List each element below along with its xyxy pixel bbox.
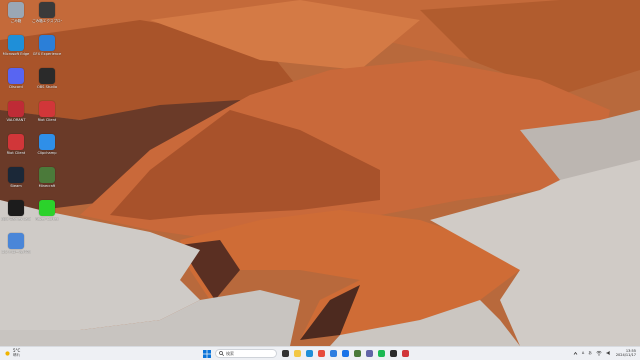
taskbar-mail[interactable] <box>341 350 349 358</box>
taskbar-store[interactable] <box>329 350 337 358</box>
desktop-icon-label: コントロールパネル <box>1 250 31 254</box>
desktop-icon-label: Steam <box>10 184 22 188</box>
taskbar-center: 検索 <box>203 349 409 358</box>
edge-icon <box>305 350 313 357</box>
desktop-icon-label: Epic Games Launcher <box>1 217 31 221</box>
store-icon <box>329 350 337 357</box>
razer-icon <box>39 200 55 216</box>
desktop-icon[interactable]: Epic Games Launcher <box>1 200 31 228</box>
desktop-icon[interactable]: Razer Cortex <box>33 200 61 228</box>
weather-condition: 晴れ <box>13 353 20 357</box>
chrome-icon <box>317 350 325 357</box>
taskbar-file-explorer[interactable] <box>293 350 301 358</box>
edge-icon <box>8 35 24 51</box>
system-tray: A あ 13:55 2024/11/17 <box>573 349 636 357</box>
steam-icon <box>8 167 24 183</box>
language-indicator[interactable]: A <box>582 351 584 355</box>
teams-icon <box>365 350 373 357</box>
search-box[interactable]: 検索 <box>215 349 277 358</box>
chevron-up-icon[interactable] <box>573 351 578 356</box>
sun-icon <box>5 350 10 356</box>
taskbar-minecraft[interactable] <box>353 350 361 358</box>
desktop-icon-label: Discord <box>9 85 23 89</box>
minecraft-icon <box>353 350 361 357</box>
desktop-icon[interactable]: OBS Studio <box>33 68 61 96</box>
desktop-icon[interactable]: Minecraft <box>33 167 61 195</box>
desktop-icon[interactable]: Discord <box>2 68 30 96</box>
desktop-icon[interactable]: Riot Client <box>2 134 30 162</box>
riot-icon <box>401 350 409 357</box>
start-button[interactable] <box>203 349 211 358</box>
clock[interactable]: 13:55 2024/11/17 <box>616 349 636 357</box>
windows-icon <box>203 349 211 358</box>
obs-icon <box>39 68 55 84</box>
search-placeholder: 検索 <box>226 350 234 356</box>
desktop-icon[interactable]: コントロールパネル <box>1 233 31 261</box>
riot-icon <box>8 134 24 150</box>
desktop-icon-label: Clipchamp <box>37 151 57 155</box>
ime-indicator[interactable]: あ <box>588 351 592 355</box>
clipchamp-icon <box>39 134 55 150</box>
search-icon <box>219 351 224 356</box>
minecraft-icon <box>39 167 55 183</box>
taskbar-spotify[interactable] <box>377 350 385 358</box>
valorant-icon <box>8 101 24 117</box>
folder-icon <box>293 350 301 357</box>
control-panel-icon <box>8 233 24 249</box>
taskbar-task-view[interactable] <box>281 350 289 358</box>
epic-icon <box>8 200 24 216</box>
desktop-icon[interactable]: Steam <box>2 167 30 195</box>
gfx-icon <box>39 35 55 51</box>
taskbar-chrome[interactable] <box>317 350 325 358</box>
desktop-icon[interactable]: VALORANT <box>2 101 30 129</box>
task-view-icon <box>281 350 289 357</box>
obs-icon <box>389 350 397 357</box>
desktop-icon-label: Riot Client <box>37 118 57 122</box>
taskbar-edge[interactable] <box>305 350 313 358</box>
riot-icon <box>39 101 55 117</box>
desktop-icon-label: ごみ箱 <box>10 19 22 23</box>
speaker-icon[interactable] <box>606 350 612 356</box>
desktop-icon-label: VALORANT <box>6 118 26 122</box>
desktop-icon-label: Riot Client <box>6 151 26 155</box>
desktop-icon-label: Razer Cortex <box>35 217 59 221</box>
desktop-icon-label: GFX Experience <box>32 52 62 56</box>
desktop-icon-label: ごみ箱エクスプローラー (新規) <box>32 19 62 23</box>
desktop-icon-label: Minecraft <box>38 184 56 188</box>
spotify-icon <box>377 350 385 357</box>
desktop-icon-label: OBS Studio <box>36 85 58 89</box>
desktop-icon[interactable]: Microsoft Edge <box>2 35 30 63</box>
desktop-icon[interactable]: ごみ箱 <box>2 2 30 30</box>
taskbar-riot[interactable] <box>401 350 409 358</box>
taskbar: 5°C 晴れ 検索 A あ 13:55 2024/11/17 <box>0 346 640 360</box>
taskbar-teams[interactable] <box>365 350 373 358</box>
wifi-icon[interactable] <box>596 350 602 356</box>
desktop-icon[interactable]: ごみ箱エクスプローラー (新規) <box>32 2 62 30</box>
wallpaper-dunes <box>0 0 640 346</box>
recycle-bin-icon <box>8 2 24 18</box>
discord-icon <box>8 68 24 84</box>
desktop-icon[interactable]: GFX Experience <box>33 35 61 63</box>
clock-icon <box>39 2 55 18</box>
desktop-icon[interactable]: Riot Client <box>33 101 61 129</box>
mail-icon <box>341 350 349 357</box>
desktop-icon[interactable]: Clipchamp <box>33 134 61 162</box>
weather-widget[interactable]: 5°C 晴れ <box>4 349 20 357</box>
desktop: ごみ箱 ごみ箱エクスプローラー (新規) Microsoft EdgeGFX Exp… <box>0 0 640 360</box>
taskbar-obs[interactable] <box>389 350 397 358</box>
desktop-icon-label: Microsoft Edge <box>2 52 30 56</box>
clock-date: 2024/11/17 <box>615 353 636 357</box>
